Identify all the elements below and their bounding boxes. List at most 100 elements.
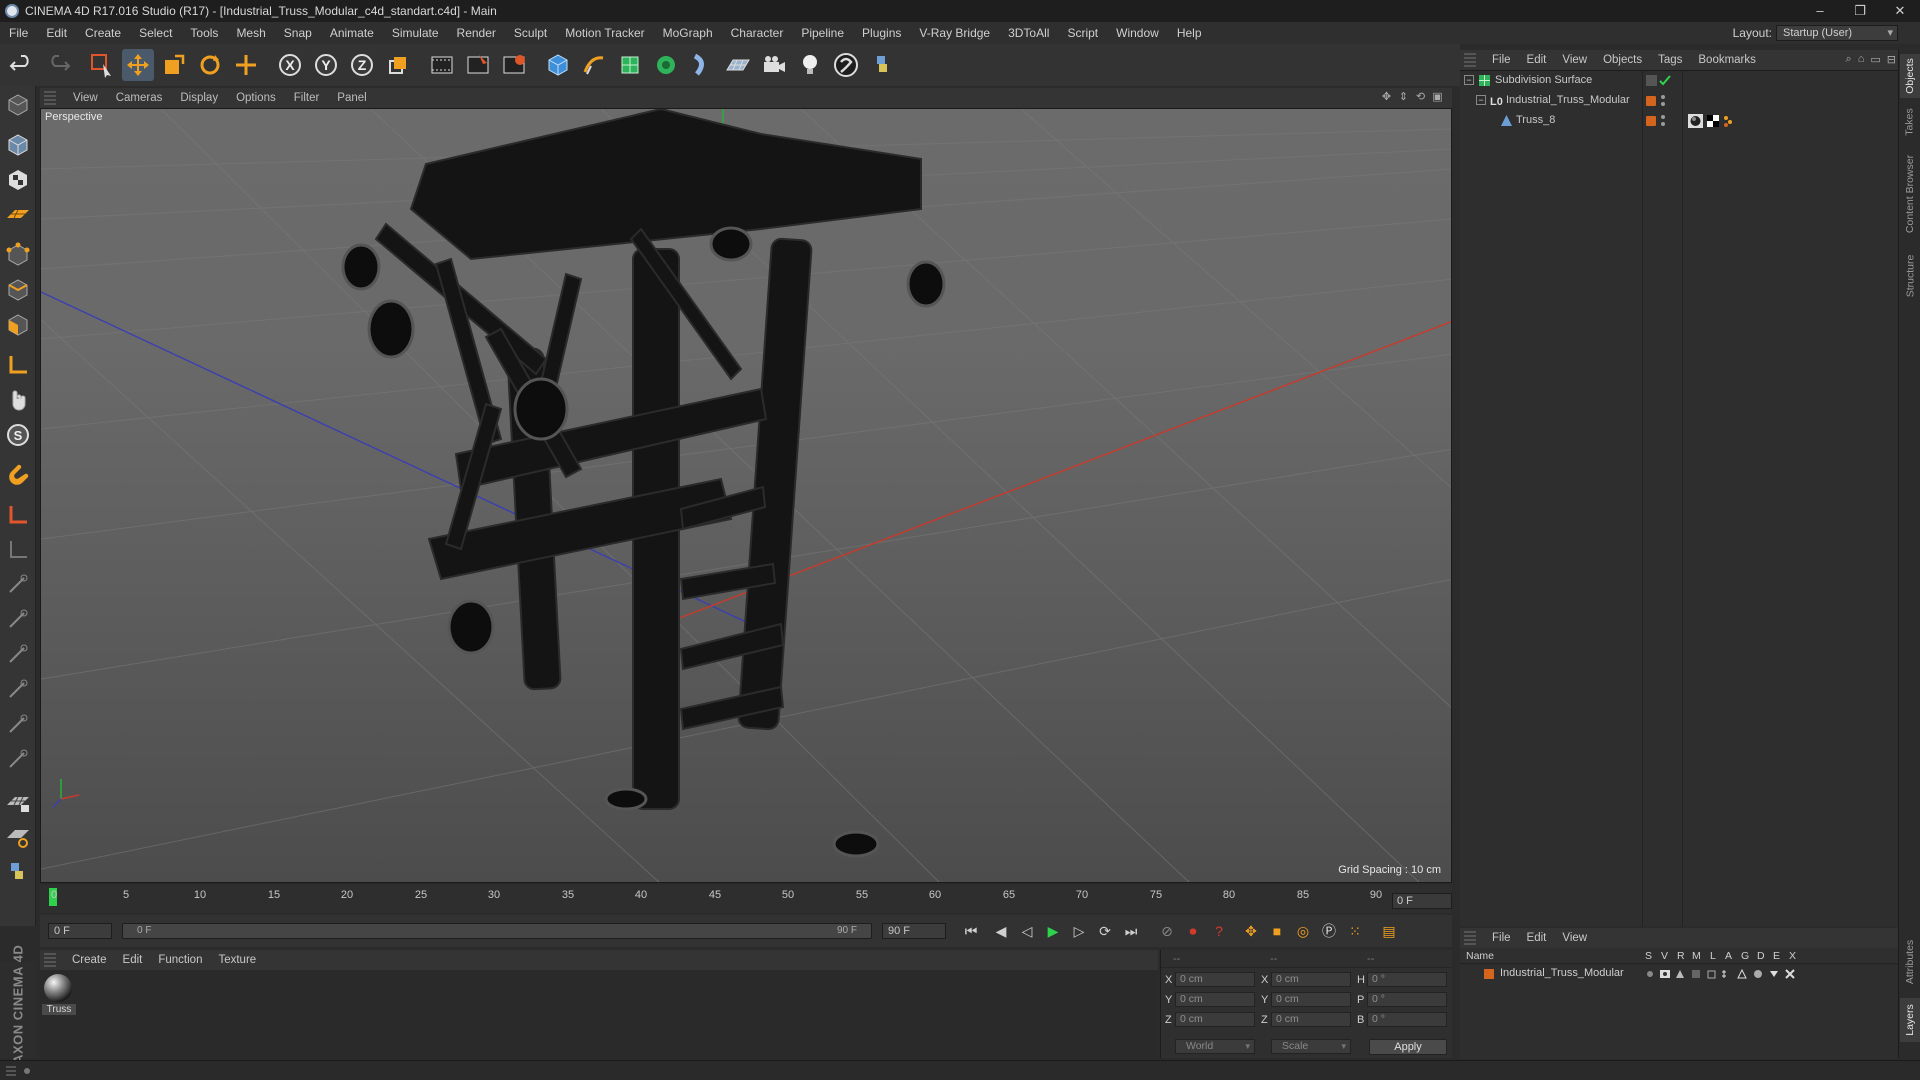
world-coordinates-icon[interactable]: [382, 49, 414, 81]
object-name[interactable]: Subdivision Surface: [1495, 74, 1592, 86]
layer-menu-file[interactable]: File: [1484, 932, 1519, 944]
go-to-end-icon[interactable]: ⏭: [1120, 921, 1142, 941]
viewport-rotate-icon[interactable]: ⟲: [1414, 91, 1427, 104]
key-parameter-icon[interactable]: Ⓟ: [1318, 921, 1340, 941]
panel-grip-icon[interactable]: [44, 91, 56, 105]
maximize-button[interactable]: ❐: [1840, 0, 1880, 22]
edit-tool-4-icon[interactable]: [2, 674, 34, 706]
tab-layers[interactable]: Layers: [1900, 998, 1920, 1042]
start-frame-field[interactable]: 0 F: [48, 923, 112, 939]
layer-color-swatch[interactable]: [1646, 96, 1656, 106]
previous-key-icon[interactable]: ◀: [990, 921, 1012, 941]
object-menu-file[interactable]: File: [1484, 54, 1519, 66]
tab-takes[interactable]: Takes: [1900, 102, 1920, 142]
workplane-icon[interactable]: [2, 199, 34, 231]
snap-icon[interactable]: [2, 459, 34, 491]
deformer-icon[interactable]: [686, 49, 718, 81]
size-z-field[interactable]: 0 cm: [1271, 1012, 1351, 1027]
solo-mode-icon[interactable]: S: [2, 419, 34, 451]
edit-tool-5-icon[interactable]: [2, 709, 34, 741]
menu-simulate[interactable]: Simulate: [383, 22, 448, 44]
material-preview-ball[interactable]: [44, 974, 72, 1002]
locked-workplane-icon[interactable]: [2, 499, 34, 531]
object-name[interactable]: Industrial_Truss_Modular: [1506, 94, 1630, 106]
layer-row[interactable]: Industrial_Truss_Modular: [1460, 965, 1898, 983]
panel-grip-icon[interactable]: [1464, 931, 1476, 945]
menu-character[interactable]: Character: [722, 22, 793, 44]
key-rotation-icon[interactable]: ◎: [1292, 921, 1314, 941]
position-x-field[interactable]: 0 cm: [1175, 972, 1255, 987]
viewport-menu-display[interactable]: Display: [171, 92, 227, 104]
undo-icon[interactable]: [6, 49, 38, 81]
python-generator-icon[interactable]: [2, 856, 34, 888]
python-icon[interactable]: [866, 49, 898, 81]
live-selection-icon[interactable]: [86, 49, 118, 81]
polygons-mode-icon[interactable]: [2, 309, 34, 341]
tweak-mode-icon[interactable]: [2, 384, 34, 416]
material-name[interactable]: Truss: [42, 1004, 76, 1015]
material-menu-create[interactable]: Create: [64, 954, 115, 966]
go-to-start-icon[interactable]: ⏮: [960, 921, 982, 941]
layer-menu-edit[interactable]: Edit: [1519, 932, 1555, 944]
object-menu-tags[interactable]: Tags: [1650, 54, 1690, 66]
next-key-icon[interactable]: ⟳: [1094, 921, 1116, 941]
new-window-icon[interactable]: ▭: [1870, 53, 1880, 66]
close-button[interactable]: ✕: [1880, 0, 1920, 22]
edges-mode-icon[interactable]: [2, 274, 34, 306]
tab-objects[interactable]: Objects: [1900, 54, 1920, 98]
object-row[interactable]: Truss_8: [1460, 111, 1900, 131]
menu-script[interactable]: Script: [1058, 22, 1107, 44]
camera-icon[interactable]: [758, 49, 790, 81]
light-icon[interactable]: [794, 49, 826, 81]
collapse-toggle-icon[interactable]: −: [1476, 95, 1486, 105]
collapse-toggle-icon[interactable]: −: [1464, 75, 1474, 85]
viewport-menu-view[interactable]: View: [64, 92, 107, 104]
object-menu-view[interactable]: View: [1554, 54, 1595, 66]
layer-color-swatch[interactable]: [1646, 116, 1656, 126]
collapse-icon[interactable]: ⊟: [1887, 53, 1896, 66]
menu-render[interactable]: Render: [448, 22, 505, 44]
size-y-field[interactable]: 0 cm: [1271, 992, 1351, 1007]
viewport-menu-panel[interactable]: Panel: [328, 92, 375, 104]
model-mode-icon[interactable]: [2, 129, 34, 161]
position-z-field[interactable]: 0 cm: [1175, 1012, 1255, 1027]
viewport-pan-icon[interactable]: ✥: [1380, 91, 1393, 104]
object-menu-bookmarks[interactable]: Bookmarks: [1690, 54, 1764, 66]
menu-edit[interactable]: Edit: [37, 22, 76, 44]
position-y-field[interactable]: 0 cm: [1175, 992, 1255, 1007]
rotate-workplane-icon[interactable]: [2, 821, 34, 853]
menu-animate[interactable]: Animate: [321, 22, 383, 44]
menu-mograph[interactable]: MoGraph: [654, 22, 722, 44]
size-x-field[interactable]: 0 cm: [1271, 972, 1351, 987]
menu-sculpt[interactable]: Sculpt: [505, 22, 556, 44]
scale-icon[interactable]: [158, 49, 190, 81]
viewport-menu-filter[interactable]: Filter: [285, 92, 329, 104]
layout-dropdown[interactable]: Startup (User): [1776, 25, 1898, 41]
key-pla-icon[interactable]: ⁙: [1344, 921, 1366, 941]
layer-color-swatch[interactable]: [1484, 969, 1494, 979]
cube-icon[interactable]: [542, 49, 574, 81]
minimize-button[interactable]: –: [1800, 0, 1840, 22]
enabled-checkmark-icon[interactable]: [1646, 74, 1674, 87]
x-axis-icon[interactable]: X: [274, 49, 306, 81]
viewport-toggle-icon[interactable]: ▣: [1431, 91, 1444, 104]
menu-plugins[interactable]: Plugins: [853, 22, 910, 44]
previous-frame-icon[interactable]: ◁: [1016, 921, 1038, 941]
next-frame-icon[interactable]: ▷: [1068, 921, 1090, 941]
panel-grip-icon[interactable]: [44, 953, 56, 967]
render-view-icon[interactable]: [426, 49, 458, 81]
edit-tool-6-icon[interactable]: [2, 744, 34, 776]
record-keys-icon[interactable]: ⊘: [1156, 921, 1178, 941]
object-menu-edit[interactable]: Edit: [1519, 54, 1555, 66]
menu-select[interactable]: Select: [130, 22, 181, 44]
coordinate-system-dropdown[interactable]: World: [1175, 1039, 1255, 1054]
menu-help[interactable]: Help: [1168, 22, 1211, 44]
apply-button[interactable]: Apply: [1369, 1039, 1447, 1055]
menu-snap[interactable]: Snap: [275, 22, 321, 44]
search-icon[interactable]: ⌕: [1846, 53, 1852, 66]
rotate-icon[interactable]: [194, 49, 226, 81]
subdivision-icon[interactable]: [614, 49, 646, 81]
cloner-icon[interactable]: [650, 49, 682, 81]
material-menu-edit[interactable]: Edit: [115, 954, 151, 966]
object-tags[interactable]: [1688, 113, 1744, 129]
